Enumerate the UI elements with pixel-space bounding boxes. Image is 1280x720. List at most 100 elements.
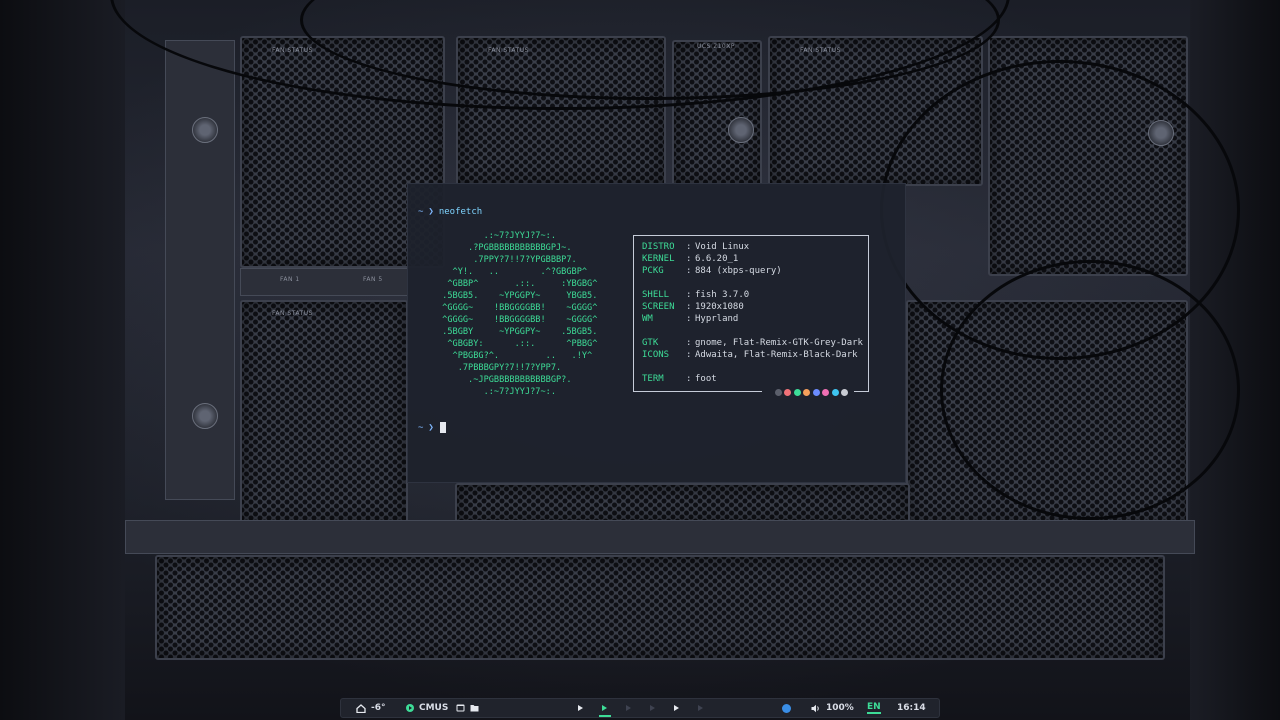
rail xyxy=(125,520,1195,554)
system-info-box: DISTRO: Void Linux KERNEL:6.6.20_1 PCKG:8… xyxy=(633,235,869,396)
weather-temp: -6° xyxy=(371,703,386,713)
file-shortcuts xyxy=(456,699,479,717)
volume-level: 100% xyxy=(826,703,854,713)
info-separator: : xyxy=(686,266,692,276)
info-value: Adwaita, Flat-Remix-Black-Dark xyxy=(695,350,858,360)
info-key: SCREEN xyxy=(642,302,675,312)
player-label: CMUS xyxy=(419,703,449,713)
ascii-logo: .:~7?JYYJ?7~:. .?PGBBBBBBBBBBBGPJ~. .7PP… xyxy=(442,231,598,397)
info-row: WM: Hyprland xyxy=(642,313,863,325)
info-value: foot xyxy=(695,374,717,384)
rail xyxy=(240,268,408,296)
info-value: Hyprland xyxy=(695,314,739,324)
workspace-3-icon[interactable] xyxy=(625,704,633,712)
workspace-1-icon[interactable] xyxy=(577,704,585,712)
status-bar: -6° CMUS 100% EN 16:14 xyxy=(340,698,940,718)
info-row: DISTRO: Void Linux xyxy=(642,241,863,253)
info-value: fish 3.7.0 xyxy=(695,290,750,300)
info-separator: : xyxy=(686,338,692,348)
prompt-line[interactable]: ~ ❯ xyxy=(418,422,446,434)
wallpaper-edge-left xyxy=(0,0,125,720)
info-value: Void Linux xyxy=(695,242,750,252)
prompt-line: ~ ❯ neofetch xyxy=(418,206,482,218)
keyboard-layout[interactable]: EN xyxy=(867,699,881,717)
workspace-2-icon[interactable] xyxy=(601,704,609,712)
workspace-5-icon[interactable] xyxy=(673,704,681,712)
fan-label: FAN STATUS xyxy=(272,310,313,317)
prompt-arrow-icon: ❯ xyxy=(428,423,434,433)
info-key: DISTRO xyxy=(642,242,675,252)
info-separator: : xyxy=(686,350,692,360)
info-row: TERM: foot xyxy=(642,373,863,385)
fan-label: FAN 5 xyxy=(363,276,383,283)
screw xyxy=(728,117,754,143)
info-key: KERNEL xyxy=(642,254,675,264)
palette-dot xyxy=(793,389,801,396)
tray xyxy=(782,699,791,717)
telegram-icon[interactable] xyxy=(782,703,791,713)
text-cursor xyxy=(439,422,446,433)
info-row: ICONS: Adwaita, Flat-Remix-Black-Dark xyxy=(642,349,863,361)
folder-icon[interactable] xyxy=(470,704,479,712)
palette-dot xyxy=(774,389,782,396)
info-rows: DISTRO: Void Linux KERNEL:6.6.20_1 PCKG:8… xyxy=(642,241,863,385)
rail xyxy=(165,40,235,500)
palette-dot xyxy=(822,389,829,396)
info-key: SHELL xyxy=(642,290,670,300)
color-palette xyxy=(774,389,848,396)
home-cloud-icon xyxy=(356,703,366,713)
info-value: gnome, Flat-Remix-GTK-Grey-Dark xyxy=(695,338,863,348)
info-key: PCKG xyxy=(642,266,664,276)
media-player[interactable]: CMUS xyxy=(406,699,448,717)
info-row: SHELL: fish 3.7.0 xyxy=(642,289,863,301)
workspace-6-icon[interactable] xyxy=(697,704,705,712)
info-key: TERM xyxy=(642,374,664,384)
fan-module xyxy=(240,300,408,525)
volume-widget[interactable]: 100% xyxy=(811,699,854,717)
psu-module xyxy=(155,555,1165,660)
info-separator: : xyxy=(686,290,692,300)
info-separator: : xyxy=(686,254,692,264)
weather-widget[interactable]: -6° xyxy=(356,699,386,717)
clock[interactable]: 16:14 xyxy=(897,699,926,717)
info-row: KERNEL:6.6.20_1 xyxy=(642,253,863,265)
palette-dot xyxy=(831,389,839,396)
screw xyxy=(192,117,218,143)
palette-dot xyxy=(812,389,820,396)
info-value: 6.6.20_1 xyxy=(695,254,739,264)
box-border-bottom xyxy=(634,391,762,392)
info-row: GTK: gnome, Flat-Remix-GTK-Grey-Dark xyxy=(642,337,863,349)
info-separator: : xyxy=(686,374,692,384)
info-row: PCKG:884 (xbps-query) xyxy=(642,265,863,277)
info-row: SCREEN:1920x1080 xyxy=(642,301,863,313)
command-text: neofetch xyxy=(438,207,483,217)
info-key: GTK xyxy=(642,338,659,348)
cable xyxy=(940,260,1240,520)
workspace-4-icon[interactable] xyxy=(649,704,657,712)
palette-dot xyxy=(784,389,791,396)
screw xyxy=(192,403,218,429)
info-value: 884 (xbps-query) xyxy=(695,266,782,276)
prompt-tilde: ~ xyxy=(418,423,424,433)
prompt-arrow-icon: ❯ xyxy=(428,207,434,217)
info-separator: : xyxy=(686,314,692,324)
box-border-bottom xyxy=(854,391,868,392)
info-separator: : xyxy=(686,242,692,252)
terminal-window[interactable]: ~ ❯ neofetch .:~7?JYYJ?7~:. .?PGBBBBBBBB… xyxy=(407,183,906,483)
fan-label: FAN 1 xyxy=(280,276,300,283)
info-key: WM xyxy=(642,314,653,324)
clock-time: 16:14 xyxy=(897,703,926,713)
lang-indicator: EN xyxy=(867,702,881,714)
window-icon[interactable] xyxy=(456,704,465,712)
volume-icon xyxy=(811,704,821,713)
palette-dot xyxy=(803,389,810,396)
info-separator: : xyxy=(686,302,692,312)
palette-dot xyxy=(841,389,848,396)
info-value: 1920x1080 xyxy=(695,302,744,312)
prompt-tilde: ~ xyxy=(418,207,424,217)
info-key: ICONS xyxy=(642,350,670,360)
play-icon xyxy=(406,704,414,712)
